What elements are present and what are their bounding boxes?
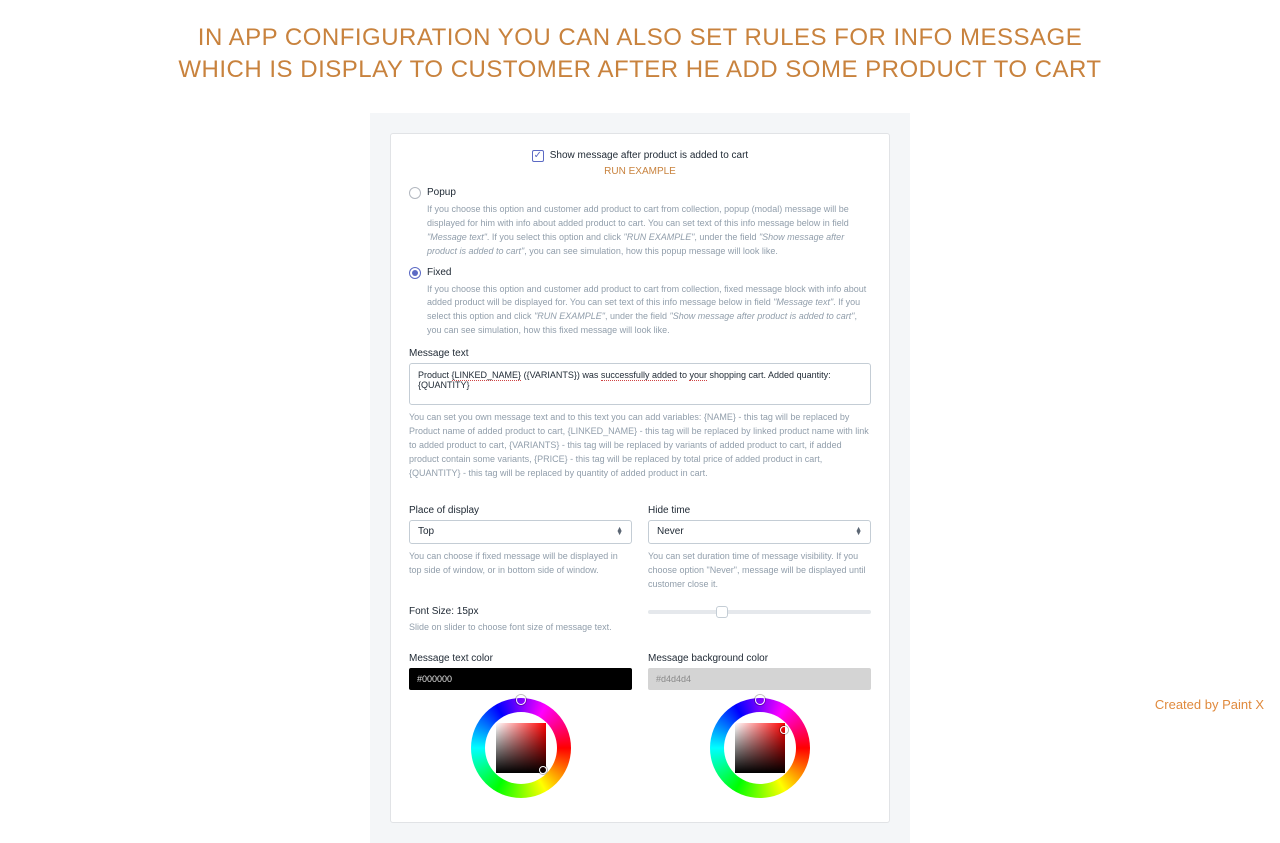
show-message-label: Show message after product is added to c… — [550, 150, 748, 161]
message-text-label: Message text — [409, 348, 871, 359]
radio-icon — [409, 187, 421, 199]
select-arrows-icon: ▲▼ — [855, 528, 862, 536]
message-text-input[interactable]: Product {LINKED_NAME} ({VARIANTS}) was s… — [409, 363, 871, 405]
saturation-box-icon[interactable] — [496, 723, 546, 773]
place-of-display-label: Place of display — [409, 505, 632, 516]
hide-time-helper: You can set duration time of message vis… — [648, 550, 871, 592]
fixed-radio-label: Fixed — [427, 267, 451, 278]
slider-thumb-icon[interactable] — [716, 606, 728, 618]
select-arrows-icon: ▲▼ — [616, 528, 623, 536]
headline-line-2: WHICH IS DISPLAY TO CUSTOMER AFTER HE AD… — [0, 54, 1280, 86]
fixed-description: If you choose this option and customer a… — [427, 283, 871, 339]
place-of-display-value: Top — [418, 526, 434, 537]
resize-handle-icon[interactable] — [858, 392, 868, 402]
hue-cursor-icon[interactable] — [516, 695, 526, 705]
font-size-slider[interactable] — [648, 610, 871, 614]
hue-cursor-icon[interactable] — [755, 695, 765, 705]
display-type-popup-radio[interactable]: Popup — [409, 187, 871, 199]
bg-color-label: Message background color — [648, 653, 871, 664]
font-size-helper: Slide on slider to choose font size of m… — [409, 621, 632, 635]
bg-color-picker[interactable] — [710, 698, 810, 798]
config-outer-shell: ✓ Show message after product is added to… — [370, 113, 910, 843]
text-color-picker[interactable] — [471, 698, 571, 798]
place-of-display-select[interactable]: Top ▲▼ — [409, 520, 632, 544]
page-headline: IN APP CONFIGURATION YOU CAN ALSO SET RU… — [0, 0, 1280, 87]
headline-line-1: IN APP CONFIGURATION YOU CAN ALSO SET RU… — [0, 22, 1280, 54]
show-message-checkbox[interactable]: ✓ Show message after product is added to… — [532, 150, 748, 162]
hide-time-label: Hide time — [648, 505, 871, 516]
font-size-label: Font Size: 15px — [409, 606, 632, 617]
text-color-value: #000000 — [417, 674, 452, 684]
text-color-input[interactable]: #000000 — [409, 668, 632, 690]
credit-text: Created by Paint X — [1155, 697, 1264, 712]
message-text-helper: You can set you own message text and to … — [409, 411, 871, 481]
hide-time-value: Never — [657, 526, 684, 537]
popup-description: If you choose this option and customer a… — [427, 203, 871, 259]
place-of-display-helper: You can choose if fixed message will be … — [409, 550, 632, 578]
bg-color-input[interactable]: #d4d4d4 — [648, 668, 871, 690]
sv-cursor-icon[interactable] — [780, 726, 788, 734]
checkmark-icon: ✓ — [534, 151, 542, 161]
text-color-label: Message text color — [409, 653, 632, 664]
saturation-box-icon[interactable] — [735, 723, 785, 773]
bg-color-value: #d4d4d4 — [656, 674, 691, 684]
config-card: ✓ Show message after product is added to… — [390, 133, 890, 823]
popup-radio-label: Popup — [427, 187, 456, 198]
display-type-fixed-radio[interactable]: Fixed — [409, 267, 871, 279]
sv-cursor-icon[interactable] — [539, 766, 547, 774]
hide-time-select[interactable]: Never ▲▼ — [648, 520, 871, 544]
run-example-link[interactable]: RUN EXAMPLE — [409, 166, 871, 177]
radio-icon — [409, 267, 421, 279]
radio-dot-icon — [412, 270, 418, 276]
checkbox-icon: ✓ — [532, 150, 544, 162]
